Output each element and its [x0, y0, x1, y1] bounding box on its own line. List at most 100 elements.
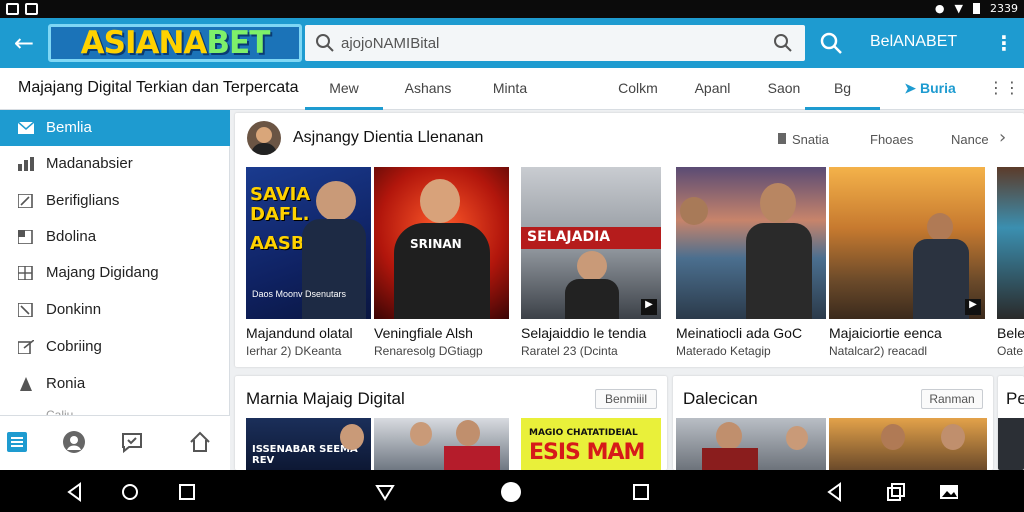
- action-snatia[interactable]: Snatia: [778, 132, 829, 147]
- sidebar-item-donkinn[interactable]: Donkinn: [0, 292, 230, 328]
- video-thumbnail[interactable]: SELAJADIA ▶: [521, 167, 661, 319]
- home-dot-icon[interactable]: [500, 481, 522, 503]
- video-thumbnail[interactable]: SRINAN: [374, 167, 509, 319]
- more-vert-icon[interactable]: ⋮: [992, 30, 1016, 56]
- sidebar-item-ronia[interactable]: Ronia: [0, 366, 230, 402]
- video-thumbnail[interactable]: ISSENABAR SEEMA REV: [246, 418, 371, 470]
- tab-ashans[interactable]: Ashans: [393, 68, 463, 110]
- video-title[interactable]: Majaiciortie eenca: [829, 325, 942, 341]
- video-thumbnail[interactable]: SAVIA DAFL. AASBIET Daos Moonv Dsenutars: [246, 167, 371, 319]
- section-more-button[interactable]: Ranman: [921, 389, 983, 409]
- expand-icon: [18, 303, 33, 317]
- folder-icon: [18, 230, 33, 244]
- sidebar: Bemlia Madanabsier Berifiglians Bdolina …: [0, 110, 230, 470]
- video-title[interactable]: Selajaiddio le tendia: [521, 325, 646, 341]
- video-title[interactable]: Meinatiocli ada GoC: [676, 325, 802, 341]
- section-peek: Pe: [998, 376, 1024, 470]
- back-arrow-icon[interactable]: ←: [10, 29, 38, 57]
- search-input[interactable]: [341, 29, 761, 57]
- back-triangle-icon[interactable]: [64, 481, 86, 503]
- sidebar-item-label: Madanabsier: [46, 155, 133, 172]
- brand-label[interactable]: BelANABET: [870, 33, 957, 51]
- thumbnail-suit: [565, 279, 619, 319]
- video-thumbnail[interactable]: [676, 167, 826, 319]
- home-icon[interactable]: [188, 430, 212, 454]
- video-thumbnail[interactable]: [676, 418, 826, 470]
- download-icon: [25, 3, 38, 15]
- section-digital: Marnia Majaig Digital Benmiiil ISSENABAR…: [235, 376, 667, 470]
- section-title: Dalecican: [683, 389, 758, 408]
- status-bar: ● ▼ 2339: [0, 0, 1024, 18]
- logo-text-main: ASIANA: [80, 25, 208, 61]
- thumb-icon: [778, 133, 786, 144]
- sidebar-item-bemlia[interactable]: Bemlia: [0, 110, 230, 146]
- sidebar-item-label: Cobriing: [46, 338, 102, 355]
- video-title[interactable]: Majandund olatal: [246, 325, 353, 341]
- app-bar: ← ASIANABET BelANABET ⋮: [0, 18, 1024, 68]
- tab-apanl[interactable]: Apanl: [685, 68, 740, 110]
- sidebar-item-majang-digidang[interactable]: Majang Digidang: [0, 255, 230, 291]
- notification-icon: [6, 3, 19, 15]
- send-icon: [18, 340, 34, 354]
- sidebar-item-label: Bdolina: [46, 228, 97, 245]
- section-more-button[interactable]: Benmiiil: [595, 389, 657, 409]
- copy-icon[interactable]: [885, 481, 907, 503]
- video-title[interactable]: Veningfiale Alsh: [374, 325, 473, 341]
- chat-icon[interactable]: [120, 430, 144, 454]
- thumbnail-person: [410, 422, 432, 446]
- page-tagline: Majajang Digital Terkian dan Terpercata: [18, 79, 299, 96]
- wifi-icon: ▼: [954, 2, 963, 15]
- edit-icon: [18, 194, 33, 208]
- video-thumbnail[interactable]: ▶: [829, 167, 985, 319]
- back-triangle-icon[interactable]: [824, 481, 846, 503]
- tab-buria[interactable]: ➤ Buria: [895, 68, 965, 110]
- sidebar-item-label: Majang Digidang: [46, 264, 159, 281]
- video-thumbnail[interactable]: [374, 418, 509, 470]
- home-circle-icon[interactable]: [119, 481, 141, 503]
- video-thumbnail[interactable]: [998, 418, 1024, 470]
- search-bar[interactable]: [305, 25, 805, 61]
- sidebar-item-cobriing[interactable]: Cobriing: [0, 329, 230, 365]
- video-title[interactable]: Bele: [997, 325, 1024, 341]
- tab-new[interactable]: Mew: [305, 68, 383, 110]
- section-title: Marnia Majaig Digital: [246, 389, 405, 408]
- image-icon[interactable]: [938, 481, 960, 503]
- thumbnail-person: [316, 181, 356, 221]
- search-submit-icon[interactable]: [773, 33, 793, 53]
- user-icon: [20, 377, 32, 391]
- video-thumbnail[interactable]: MAGIO CHATATIDEIAL ESIS MAM: [521, 418, 661, 470]
- recents-square-icon[interactable]: [176, 481, 198, 503]
- apps-grid-icon[interactable]: ⋮⋮: [988, 76, 1020, 100]
- sidebar-item-berifiglians[interactable]: Berifiglians: [0, 183, 230, 219]
- tab-saon[interactable]: Saon: [758, 68, 810, 110]
- action-fhoaes[interactable]: Fhoaes: [870, 132, 913, 147]
- thumbnail-person: [786, 426, 808, 450]
- recents-square-icon[interactable]: [630, 481, 652, 503]
- video-meta: Natalcar2) reacadl: [829, 344, 928, 358]
- thumbnail-person: [716, 422, 742, 450]
- megaphone-icon: ➤: [904, 80, 916, 96]
- sidebar-item-madanabsier[interactable]: Madanabsier: [0, 146, 230, 182]
- thumbnail-person: [760, 183, 796, 223]
- sidebar-item-peek: Caliu: [46, 408, 74, 415]
- video-thumbnail[interactable]: [997, 167, 1024, 319]
- action-nance[interactable]: Nance: [951, 132, 989, 147]
- location-icon: ●: [934, 2, 945, 15]
- tab-minta[interactable]: Minta: [480, 68, 540, 110]
- down-triangle-icon[interactable]: [374, 481, 396, 503]
- thumbnail-overlay-text: SRINAN: [410, 237, 462, 251]
- thumbnail-overlay-text: SELAJADIA: [527, 229, 611, 245]
- account-icon[interactable]: [62, 430, 86, 454]
- search-icon[interactable]: [818, 30, 844, 56]
- video-thumbnail[interactable]: [829, 418, 987, 470]
- chevron-right-icon[interactable]: ›: [999, 127, 1006, 148]
- video-meta: Oate: [997, 344, 1024, 358]
- thumbnail-person: [456, 420, 480, 446]
- app-logo: ASIANABET: [48, 24, 302, 62]
- sidebar-item-bdolina[interactable]: Bdolina: [0, 219, 230, 255]
- avatar[interactable]: [247, 121, 281, 155]
- list-icon[interactable]: [5, 430, 29, 454]
- tab-bg[interactable]: Bg: [805, 68, 880, 110]
- thumbnail-person: [680, 197, 708, 225]
- tab-colkm[interactable]: Colkm: [608, 68, 668, 110]
